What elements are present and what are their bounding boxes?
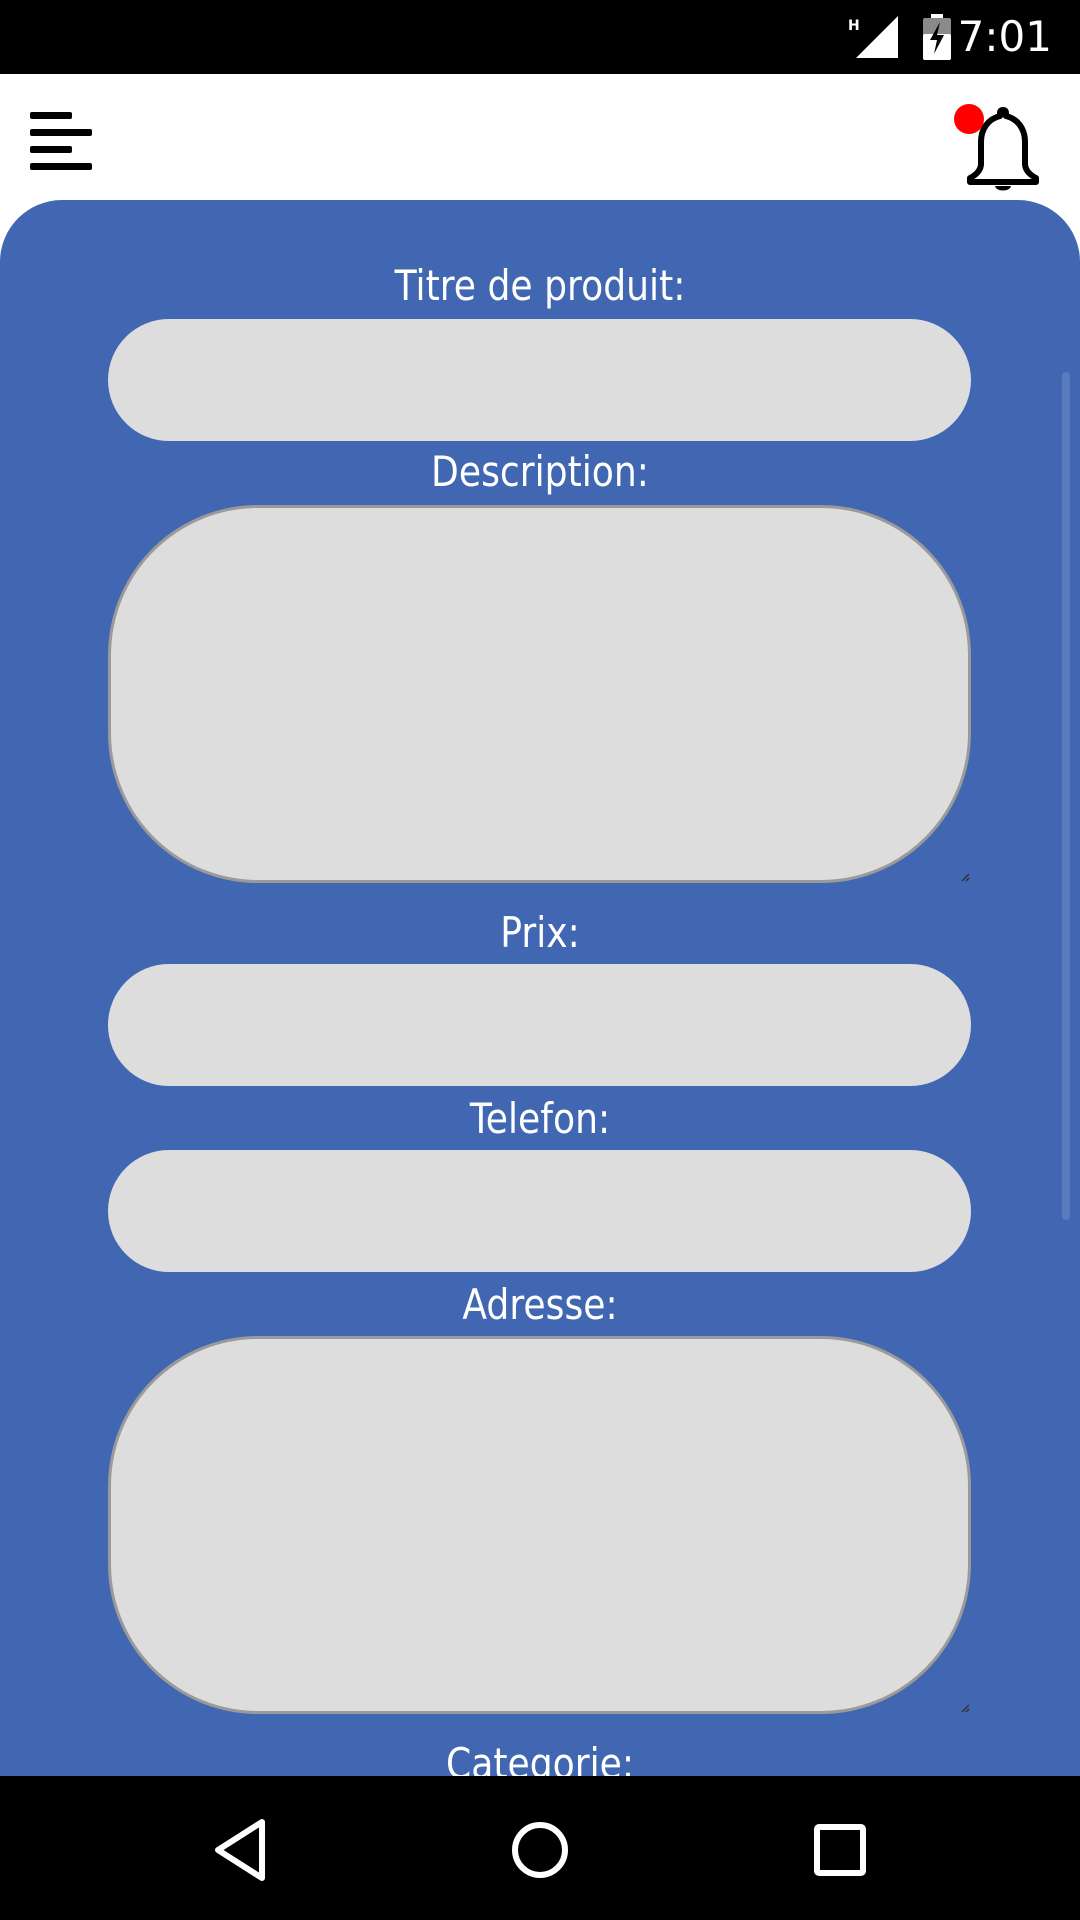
product-form: Titre de produit: Description: Prix: Tel…: [0, 200, 1080, 1776]
back-icon[interactable]: [200, 1810, 280, 1890]
phone-label: Telefon:: [469, 1094, 611, 1143]
signal-icon: H: [848, 16, 898, 58]
navigation-bar: [0, 1776, 1080, 1920]
address-label: Adresse:: [462, 1280, 618, 1329]
notification-badge: [954, 104, 984, 134]
app-screen: H 7:01 Titre de produit: Description: Pr…: [0, 0, 1080, 1920]
phone-input[interactable]: [108, 1150, 971, 1272]
category-label: Categorie:: [445, 1739, 635, 1776]
resize-grip-icon[interactable]: [960, 1703, 970, 1713]
home-icon[interactable]: [500, 1810, 580, 1890]
address-textarea[interactable]: [108, 1336, 971, 1714]
network-type-label: H: [848, 18, 860, 34]
top-app-bar: [0, 74, 1080, 200]
description-textarea[interactable]: [108, 505, 971, 883]
scrollbar[interactable]: [1062, 372, 1070, 1220]
title-input[interactable]: [108, 319, 971, 441]
status-clock: 7:01: [957, 12, 1052, 61]
recents-icon[interactable]: [800, 1810, 880, 1890]
menu-icon[interactable]: [26, 108, 98, 180]
price-label: Prix:: [500, 908, 580, 957]
status-bar: H 7:01: [0, 0, 1080, 74]
battery-charging-icon: [923, 14, 951, 60]
price-input[interactable]: [108, 964, 971, 1086]
title-label: Titre de produit:: [394, 261, 686, 310]
resize-grip-icon[interactable]: [960, 872, 970, 882]
description-label: Description:: [431, 447, 649, 496]
